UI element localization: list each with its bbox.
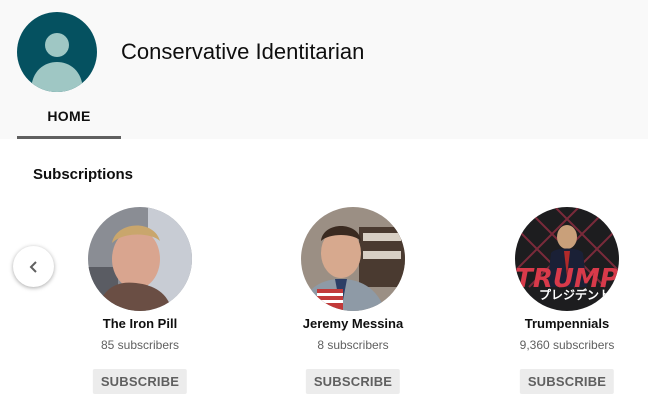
svg-text:プレジデント: プレジデント: [539, 287, 611, 302]
chevron-left-icon: [29, 260, 37, 273]
subscribe-button[interactable]: SUBSCRIBE: [519, 369, 615, 394]
channel-avatar[interactable]: [17, 12, 97, 92]
subscription-card: Jeremy Messina 8 subscribers SUBSCRIBE: [273, 207, 433, 397]
person-photo-icon: [301, 207, 405, 311]
active-tab-indicator: [17, 136, 121, 139]
subscription-avatar[interactable]: [88, 207, 192, 311]
subscriber-count: 8 subscribers: [317, 338, 389, 352]
subscription-name[interactable]: Trumpennials: [487, 316, 647, 331]
subscription-avatar[interactable]: [301, 207, 405, 311]
subscribe-button[interactable]: SUBSCRIBE: [92, 369, 188, 394]
tab-label: HOME: [47, 108, 91, 124]
tab-home[interactable]: HOME: [17, 95, 121, 139]
subscription-name[interactable]: The Iron Pill: [60, 316, 220, 331]
section-title: Subscriptions: [33, 166, 134, 183]
subscribe-button[interactable]: SUBSCRIBE: [305, 369, 401, 394]
carousel-prev-button[interactable]: [13, 246, 54, 287]
default-person-icon: [31, 33, 83, 92]
subscription-card: TRUMP プレジデント Trumpennials 9,360 subscrib…: [487, 207, 647, 397]
logo-image: TRUMP プレジデント: [515, 207, 619, 311]
subscription-name[interactable]: Jeremy Messina: [273, 316, 433, 331]
subscription-card: The Iron Pill 85 subscribers SUBSCRIBE: [60, 207, 220, 397]
subscriber-count: 9,360 subscribers: [519, 338, 615, 352]
channel-title: Conservative Identitarian: [121, 39, 365, 64]
channel-header: Conservative Identitarian HOME: [0, 0, 648, 139]
subscriber-count: 85 subscribers: [100, 338, 180, 352]
subscription-avatar[interactable]: TRUMP プレジデント: [515, 207, 619, 311]
person-photo-icon: [88, 207, 192, 311]
